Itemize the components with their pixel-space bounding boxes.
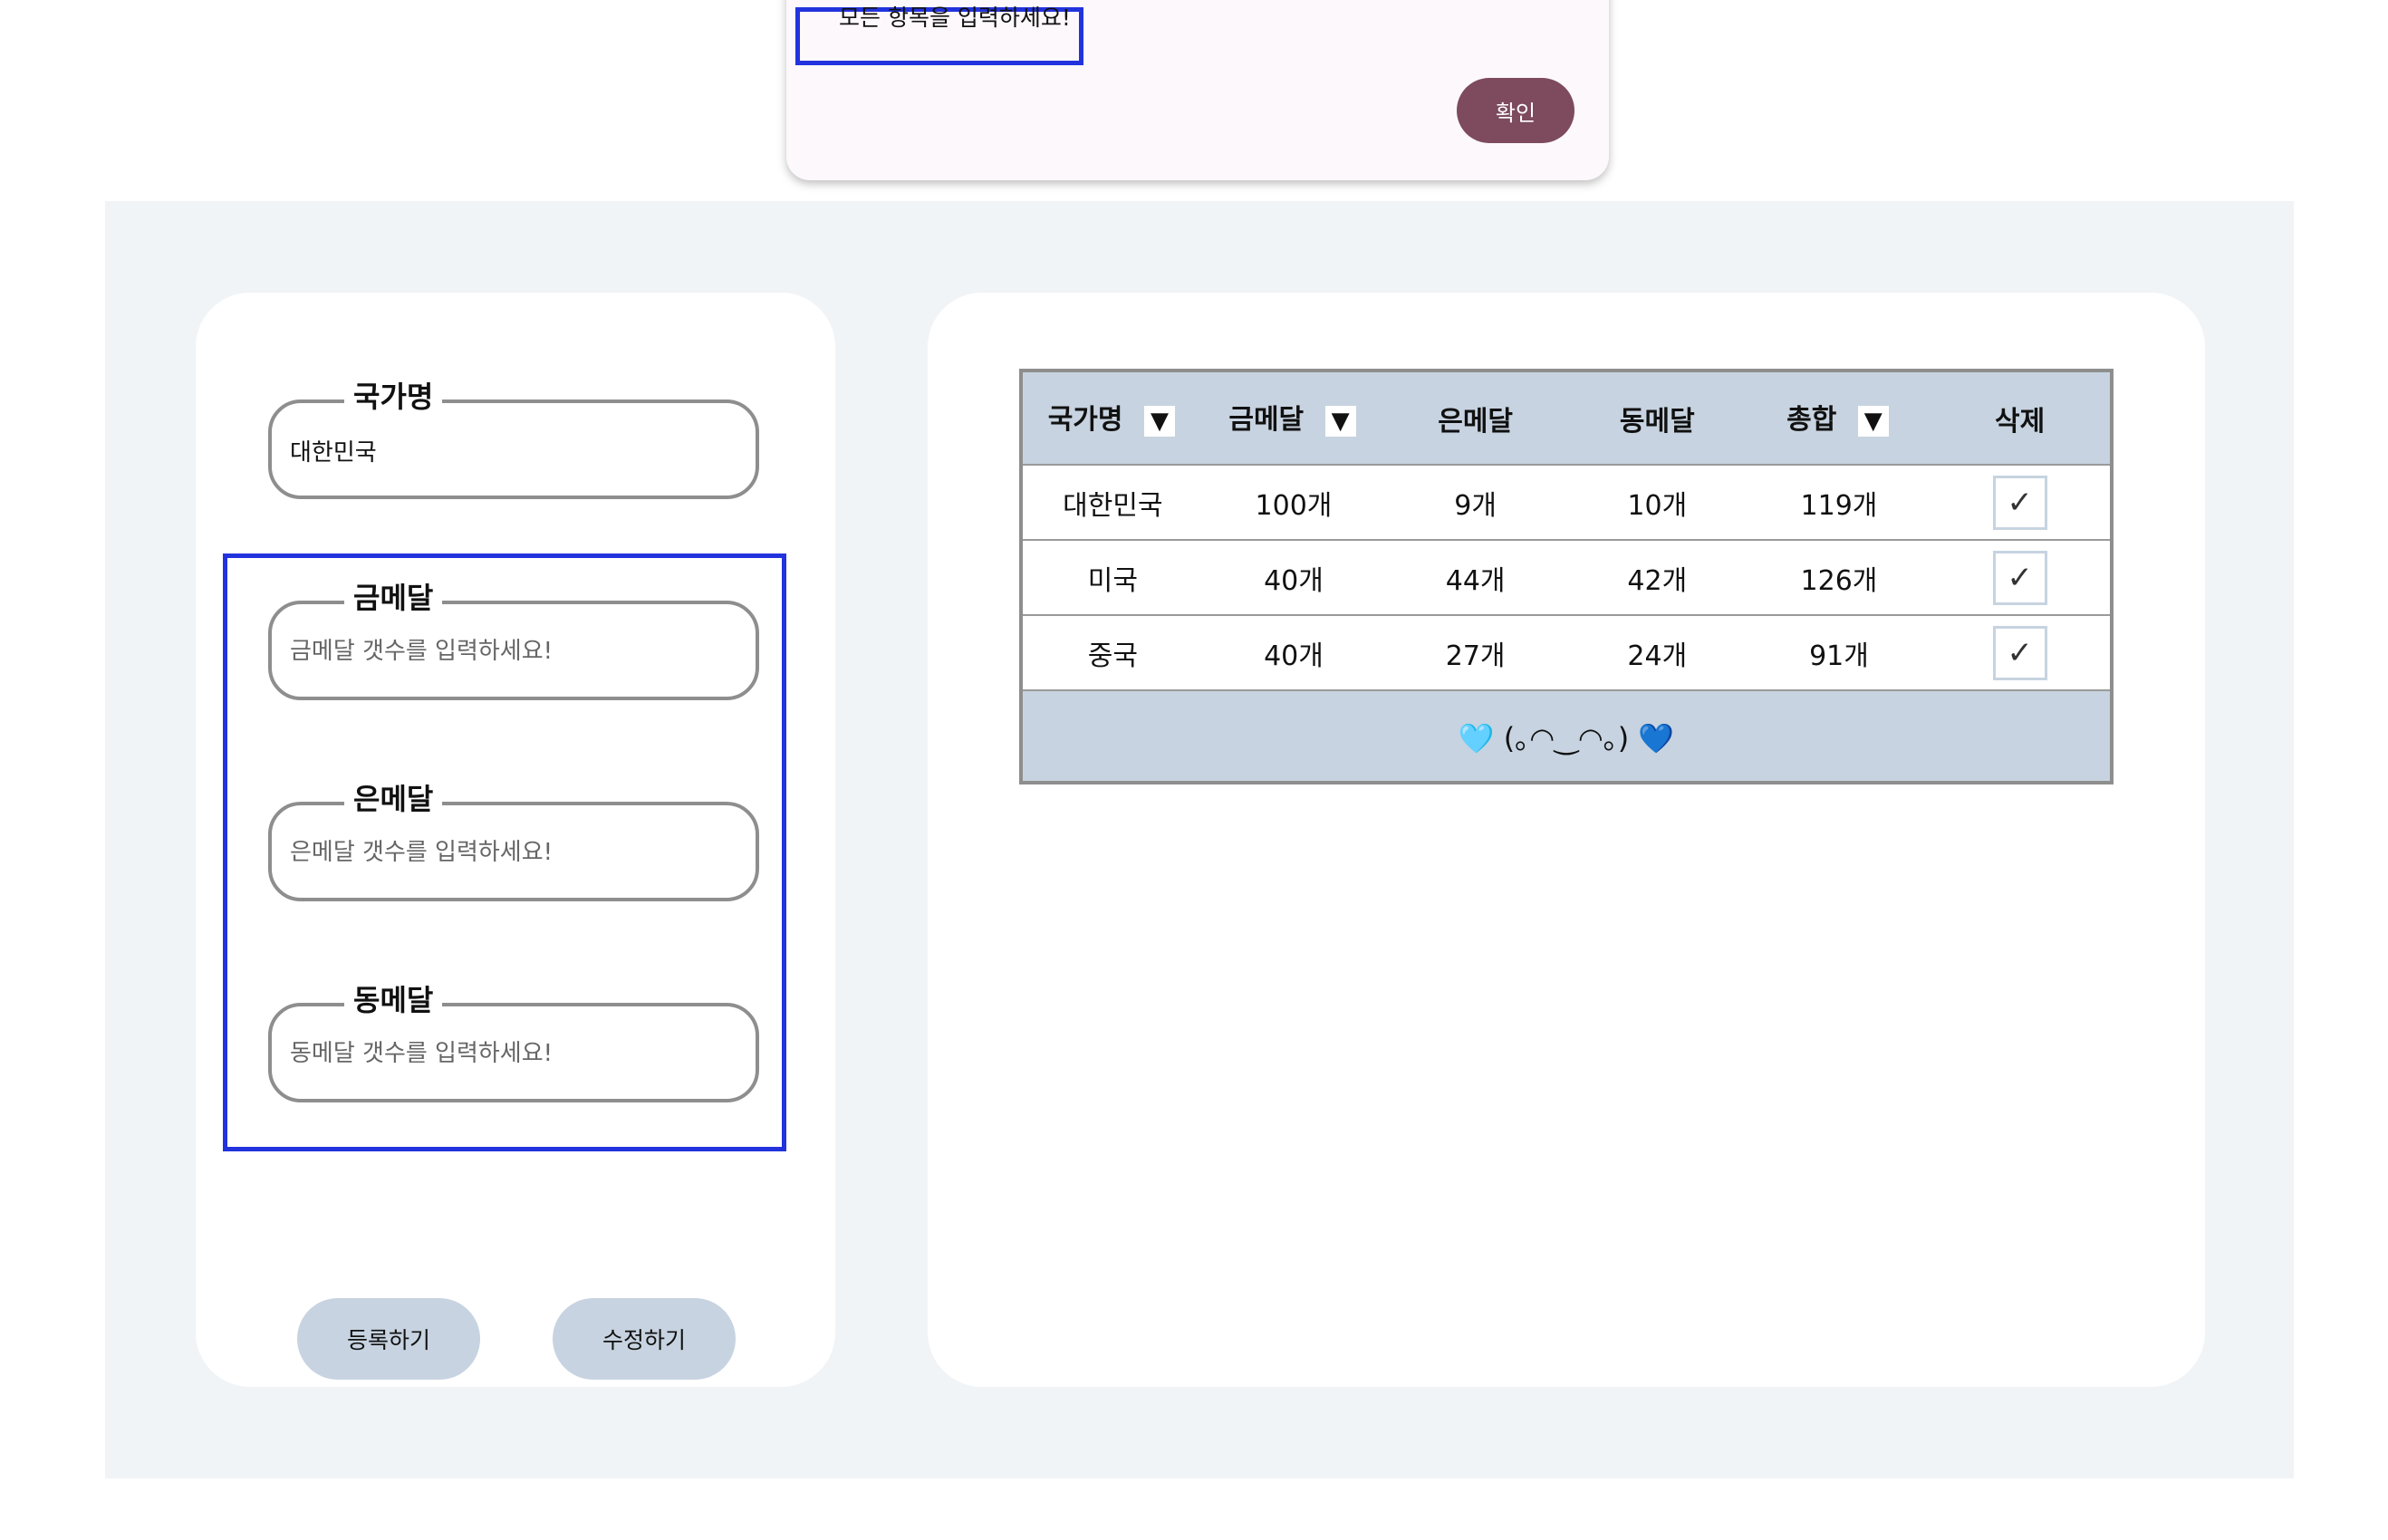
edit-button[interactable]: 수정하기: [553, 1298, 736, 1380]
table-row: 대한민국 100개 9개 10개 119개 ✓: [1021, 464, 2112, 540]
header-bronze-label: 동메달: [1619, 405, 1695, 438]
delete-checkbox[interactable]: ✓: [1992, 625, 2047, 680]
silver-input[interactable]: [290, 833, 734, 872]
cell-silver: 27개: [1384, 614, 1566, 690]
header-country-label: 국가명: [1047, 404, 1123, 437]
cell-gold: 40개: [1202, 614, 1385, 690]
cell-delete: ✓: [1930, 464, 2112, 540]
alert-message: 모든 항목을 입력하세요!: [839, 5, 1071, 31]
medal-table: 국가명 ▼ 금메달 ▼ 은메달 동메달 총합 ▼ 삭제 대한민국 100개 9개…: [1019, 369, 2114, 784]
silver-field-label: 은메달: [344, 776, 443, 818]
table-row: 미국 40개 44개 42개 126개 ✓: [1021, 539, 2112, 615]
cell-silver: 9개: [1384, 464, 1566, 540]
cell-gold: 40개: [1202, 539, 1385, 615]
medal-form-panel: 국가명 금메달 은메달 동메달 등록하기 수정하기: [196, 293, 835, 1387]
table-footer-row: 🩵 (｡◠‿◠｡) 💙: [1021, 689, 2112, 783]
sort-gold-icon[interactable]: ▼: [1322, 402, 1359, 439]
cell-country: 중국: [1021, 614, 1203, 690]
table-header-row: 국가명 ▼ 금메달 ▼ 은메달 동메달 총합 ▼ 삭제: [1021, 371, 2112, 465]
sort-total-icon[interactable]: ▼: [1854, 402, 1892, 439]
table-row: 중국 40개 27개 24개 91개 ✓: [1021, 614, 2112, 690]
cell-total: 126개: [1748, 539, 1931, 615]
cell-country: 대한민국: [1021, 464, 1203, 540]
country-field-label: 국가명: [344, 374, 443, 416]
sort-country-icon[interactable]: ▼: [1141, 402, 1178, 439]
delete-checkbox[interactable]: ✓: [1992, 550, 2047, 605]
header-delete: 삭제: [1930, 371, 2112, 465]
silver-field: 은메달: [268, 776, 759, 901]
cell-silver: 44개: [1384, 539, 1566, 615]
cell-delete: ✓: [1930, 539, 2112, 615]
medal-table-panel: 국가명 ▼ 금메달 ▼ 은메달 동메달 총합 ▼ 삭제 대한민국 100개 9개…: [928, 293, 2205, 1387]
cell-gold: 100개: [1202, 464, 1385, 540]
header-silver: 은메달: [1384, 371, 1566, 465]
header-silver-label: 은메달: [1438, 405, 1514, 438]
register-button[interactable]: 등록하기: [297, 1298, 480, 1380]
bronze-field: 동메달: [268, 977, 759, 1102]
app-container: 국가명 금메달 은메달 동메달 등록하기 수정하기: [105, 201, 2294, 1478]
cell-bronze: 24개: [1565, 614, 1748, 690]
bronze-input[interactable]: [290, 1034, 734, 1073]
confirm-button[interactable]: 확인: [1457, 78, 1574, 143]
cell-bronze: 42개: [1565, 539, 1748, 615]
cell-total: 91개: [1748, 614, 1931, 690]
cell-country: 미국: [1021, 539, 1203, 615]
header-bronze: 동메달: [1565, 371, 1748, 465]
header-gold: 금메달 ▼: [1202, 371, 1385, 465]
gold-field: 금메달: [268, 575, 759, 700]
header-total: 총합 ▼: [1748, 371, 1931, 465]
delete-checkbox[interactable]: ✓: [1992, 475, 2047, 530]
cell-total: 119개: [1748, 464, 1931, 540]
header-delete-label: 삭제: [1995, 405, 2046, 438]
header-total-label: 총합: [1786, 404, 1837, 437]
table-footer-text: 🩵 (｡◠‿◠｡) 💙: [1021, 689, 2112, 783]
gold-input[interactable]: [290, 631, 734, 671]
country-field: 국가명: [268, 374, 759, 499]
header-country: 국가명 ▼: [1021, 371, 1203, 465]
bronze-field-label: 동메달: [344, 977, 443, 1019]
country-input[interactable]: [290, 430, 734, 470]
alert-dialog: 모든 항목을 입력하세요! 확인: [786, 0, 1609, 180]
cell-delete: ✓: [1930, 614, 2112, 690]
cell-bronze: 10개: [1565, 464, 1748, 540]
gold-field-label: 금메달: [344, 575, 443, 617]
header-gold-label: 금메달: [1228, 404, 1305, 437]
